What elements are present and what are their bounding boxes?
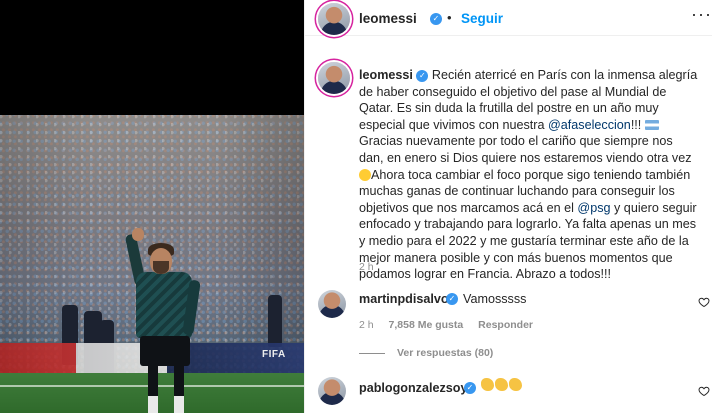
caption-timestamp[interactable]: 2 h	[359, 261, 374, 273]
comment-avatar[interactable]	[318, 290, 346, 318]
caption-text-3: Gracias nuevamente por todo el cariño qu…	[359, 134, 692, 165]
post-header: leomessi ✓ • Seguir ···	[305, 0, 712, 36]
comment-text: Vamosssss	[463, 292, 527, 306]
mention-psg[interactable]: @psg	[577, 201, 610, 215]
follow-button[interactable]: Seguir	[461, 11, 503, 26]
verified-badge-icon: ✓	[430, 13, 442, 25]
author-username[interactable]: leomessi	[359, 11, 417, 26]
more-options-icon[interactable]: ···	[691, 5, 712, 23]
verified-badge-icon: ✓	[464, 382, 476, 394]
verified-badge-icon: ✓	[446, 293, 458, 305]
replies-divider	[359, 353, 385, 354]
comment-timestamp[interactable]: 2 h	[359, 319, 374, 331]
reply-button[interactable]: Responder	[478, 319, 533, 331]
caption-username[interactable]: leomessi	[359, 68, 413, 82]
heart-icon[interactable]	[698, 385, 710, 397]
post-details-panel: leomessi ✓ • Seguir ··· leomessi ✓ Recié…	[304, 0, 712, 413]
post-media[interactable]: FIFA	[0, 0, 304, 413]
caption-text-2: !!!	[630, 117, 645, 132]
comment-meta: 2 h 7,858 Me gusta Responder	[359, 319, 545, 331]
ad-board-right-text: FIFA	[262, 349, 286, 360]
mention-afaseleccion[interactable]: @afaseleccion	[548, 118, 631, 132]
comment-username[interactable]: pablogonzalezsoy	[359, 381, 467, 395]
comment-likes[interactable]: 7,858 Me gusta	[389, 319, 464, 331]
winking-face-icon	[359, 168, 371, 181]
post-caption: leomessi ✓ Recién aterricé en París con …	[359, 67, 699, 283]
separator-dot: •	[447, 10, 452, 25]
player-waving	[118, 228, 214, 413]
caption-avatar[interactable]	[318, 62, 350, 94]
clapping-hands-icon	[481, 378, 523, 394]
view-replies-button[interactable]: Ver respuestas (80)	[397, 347, 493, 359]
verified-badge-icon: ✓	[416, 69, 429, 82]
comment-avatar[interactable]	[318, 377, 346, 405]
comment-username[interactable]: martinpdisalvo	[359, 292, 449, 306]
heart-icon[interactable]	[698, 296, 710, 308]
argentina-flag-icon	[644, 119, 659, 130]
author-avatar[interactable]	[318, 3, 350, 35]
